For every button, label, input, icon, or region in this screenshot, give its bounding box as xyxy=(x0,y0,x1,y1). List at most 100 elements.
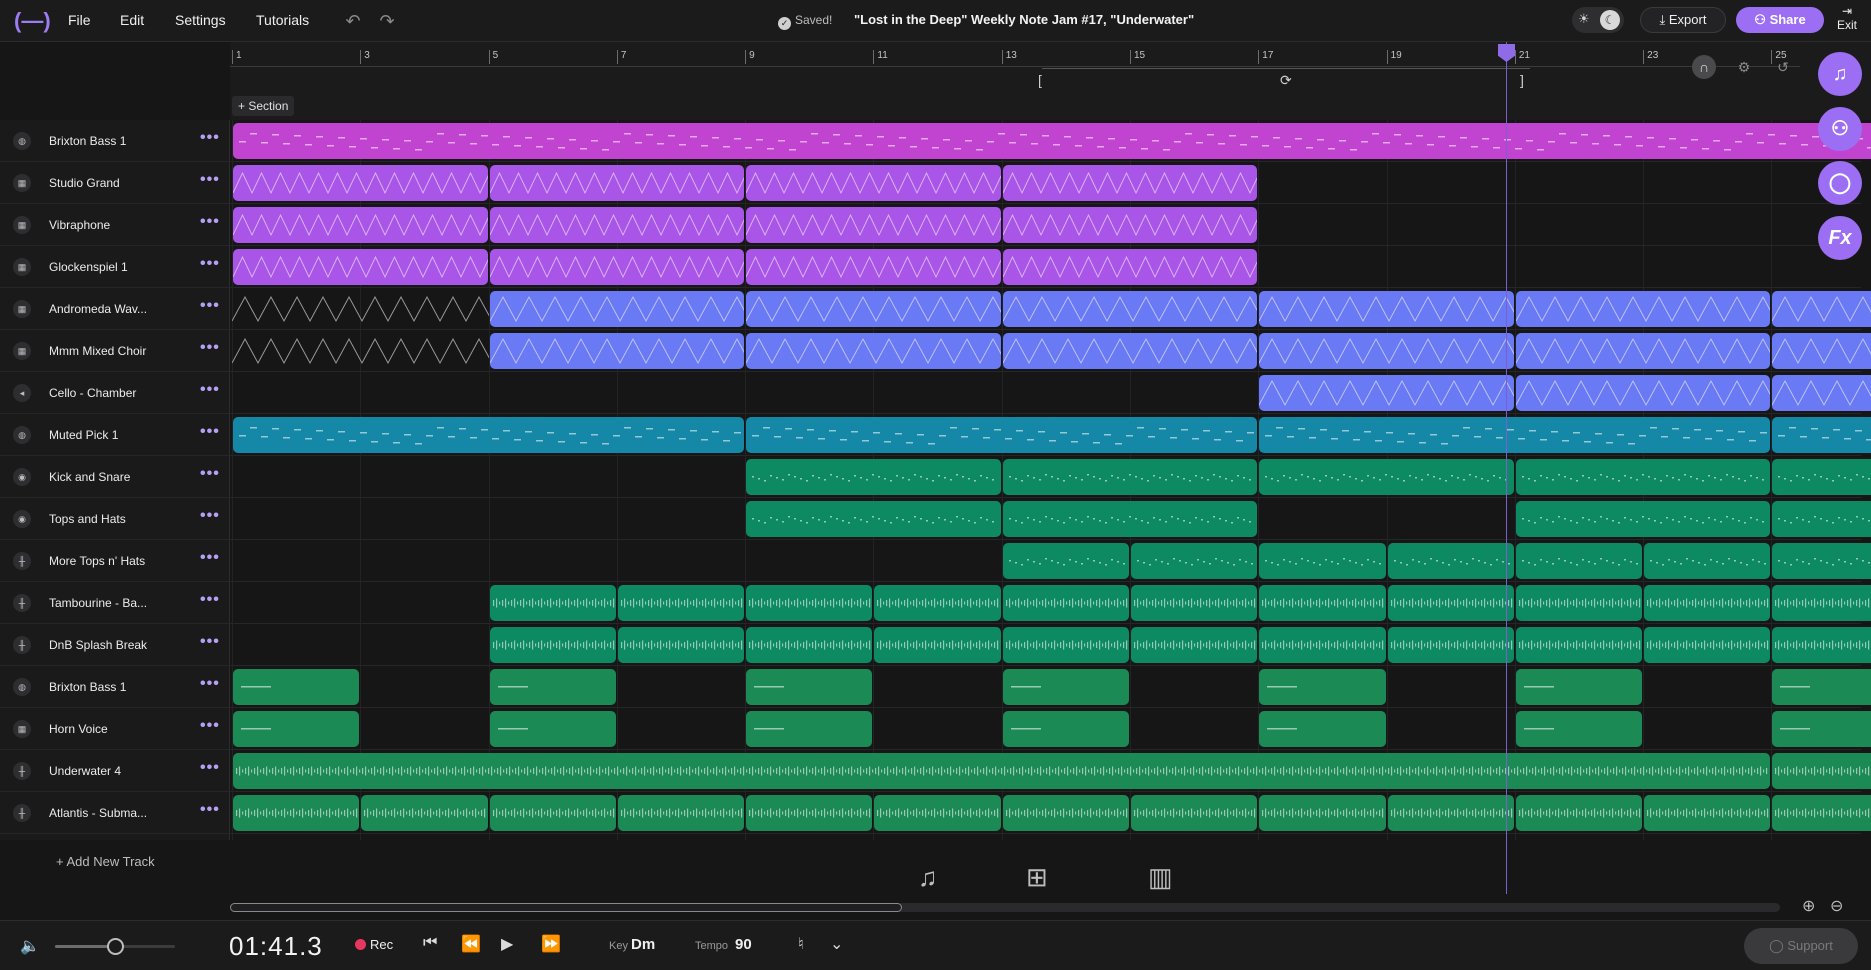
clip[interactable] xyxy=(1515,669,1643,705)
clip[interactable] xyxy=(1259,711,1386,747)
track-header[interactable]: ▦ Studio Grand ••• xyxy=(0,162,230,204)
track-name[interactable]: Andromeda Wav... xyxy=(49,302,147,316)
clip[interactable] xyxy=(746,417,1258,453)
strings-icon[interactable]: ◂ xyxy=(13,384,31,402)
track-name[interactable]: Horn Voice xyxy=(49,722,108,736)
clip[interactable] xyxy=(1131,795,1258,831)
clip[interactable] xyxy=(1002,627,1129,663)
track-lane[interactable] xyxy=(230,120,1871,162)
clip[interactable] xyxy=(874,585,1001,621)
project-title[interactable]: "Lost in the Deep" Weekly Note Jam #17, … xyxy=(854,12,1194,27)
clip[interactable] xyxy=(1772,543,1871,579)
clip[interactable] xyxy=(617,585,745,621)
clip[interactable] xyxy=(1515,711,1643,747)
clip[interactable] xyxy=(746,249,1001,285)
add-section-button[interactable]: + Section xyxy=(232,96,295,116)
track-options-icon[interactable]: ••• xyxy=(200,213,220,231)
clip[interactable] xyxy=(1002,459,1258,495)
track-options-icon[interactable]: ••• xyxy=(200,339,220,357)
clip[interactable] xyxy=(1259,585,1386,621)
clip[interactable] xyxy=(1772,585,1871,621)
clip[interactable] xyxy=(489,795,616,831)
synth-icon[interactable]: ▦ xyxy=(13,300,31,318)
track-options-icon[interactable]: ••• xyxy=(200,633,220,651)
fast-forward-icon[interactable]: ⏩ xyxy=(541,934,561,954)
clip[interactable] xyxy=(1772,795,1871,831)
clip[interactable] xyxy=(746,627,873,663)
track-lanes[interactable] xyxy=(230,120,1871,840)
clip[interactable] xyxy=(1002,165,1258,201)
grid-view-icon[interactable]: ⊞ xyxy=(1026,862,1048,893)
drum-icon[interactable]: ◉ xyxy=(13,510,31,528)
clip[interactable] xyxy=(746,333,1001,369)
clip[interactable] xyxy=(746,711,873,747)
redo-icon[interactable]: ↷ xyxy=(374,8,400,34)
track-lane[interactable] xyxy=(230,750,1871,792)
clip[interactable] xyxy=(746,501,1001,537)
track-options-icon[interactable]: ••• xyxy=(200,507,220,525)
track-lane[interactable] xyxy=(230,414,1871,456)
clip[interactable] xyxy=(874,795,1001,831)
clip[interactable] xyxy=(1772,417,1871,453)
clip[interactable] xyxy=(1002,795,1129,831)
track-name[interactable]: Vibraphone xyxy=(49,218,110,232)
clip[interactable] xyxy=(1259,669,1386,705)
volume-slider[interactable] xyxy=(55,938,175,955)
track-options-icon[interactable]: ••• xyxy=(200,423,220,441)
track-header[interactable]: ▦ Andromeda Wav... ••• xyxy=(0,288,230,330)
zoom-in-icon[interactable]: ⊕ xyxy=(1802,896,1815,916)
track-name[interactable]: Tambourine - Ba... xyxy=(49,596,147,610)
track-options-icon[interactable]: ••• xyxy=(200,129,220,147)
clip[interactable] xyxy=(746,459,1001,495)
exit-button[interactable]: ⇥ Exit xyxy=(1829,4,1865,38)
track-options-icon[interactable]: ••• xyxy=(200,297,220,315)
track-options-icon[interactable]: ••• xyxy=(200,381,220,399)
clip[interactable] xyxy=(746,165,1001,201)
menu-settings[interactable]: Settings xyxy=(175,12,226,28)
clip[interactable] xyxy=(1515,375,1771,411)
clip[interactable] xyxy=(1772,375,1871,411)
synth-icon[interactable]: ▦ xyxy=(13,342,31,360)
track-name[interactable]: Kick and Snare xyxy=(49,470,130,484)
clip[interactable] xyxy=(233,795,360,831)
clip[interactable] xyxy=(1772,333,1871,369)
loop-start-icon[interactable]: [ xyxy=(1038,72,1042,88)
track-header[interactable]: ◍ Brixton Bass 1 ••• xyxy=(0,666,230,708)
clip[interactable] xyxy=(1644,543,1771,579)
instruments-note-icon[interactable]: ♫ xyxy=(1818,52,1862,96)
clip[interactable] xyxy=(1387,795,1514,831)
track-name[interactable]: Brixton Bass 1 xyxy=(49,134,126,148)
clip[interactable] xyxy=(489,585,616,621)
clip[interactable] xyxy=(1259,333,1514,369)
track-lane[interactable] xyxy=(230,246,1861,288)
clip[interactable] xyxy=(1644,585,1771,621)
clip[interactable] xyxy=(1002,333,1258,369)
logo-icon[interactable]: (—) xyxy=(14,8,51,34)
track-header[interactable]: ◂ Cello - Chamber ••• xyxy=(0,372,230,414)
clip[interactable] xyxy=(617,627,745,663)
scrollbar-thumb[interactable] xyxy=(230,903,902,912)
clip[interactable] xyxy=(1515,627,1643,663)
track-header[interactable]: ◍ Muted Pick 1 ••• xyxy=(0,414,230,456)
menu-file[interactable]: File xyxy=(68,12,91,28)
clip[interactable] xyxy=(1259,627,1386,663)
clip[interactable] xyxy=(233,417,745,453)
loop-toggle-icon[interactable]: ⟳ xyxy=(1280,72,1292,89)
clip[interactable] xyxy=(1002,501,1258,537)
track-lane[interactable] xyxy=(230,330,1871,372)
clip[interactable] xyxy=(233,165,488,201)
clip[interactable] xyxy=(1002,711,1129,747)
collaborators-icon[interactable]: ⚇ xyxy=(1818,107,1862,151)
horizontal-scrollbar[interactable] xyxy=(230,903,1780,912)
clip[interactable] xyxy=(1259,291,1514,327)
clip[interactable] xyxy=(1772,627,1871,663)
menu-edit[interactable]: Edit xyxy=(120,12,144,28)
piano-icon[interactable]: ▦ xyxy=(13,216,31,234)
audio-icon[interactable]: ╫ xyxy=(13,594,31,612)
clip[interactable] xyxy=(489,207,745,243)
menu-tutorials[interactable]: Tutorials xyxy=(256,12,309,28)
theme-toggle[interactable]: ☀ ☾ xyxy=(1572,7,1624,33)
audio-icon[interactable]: ╫ xyxy=(13,552,31,570)
track-name[interactable]: Muted Pick 1 xyxy=(49,428,118,442)
clip[interactable] xyxy=(233,123,1871,159)
